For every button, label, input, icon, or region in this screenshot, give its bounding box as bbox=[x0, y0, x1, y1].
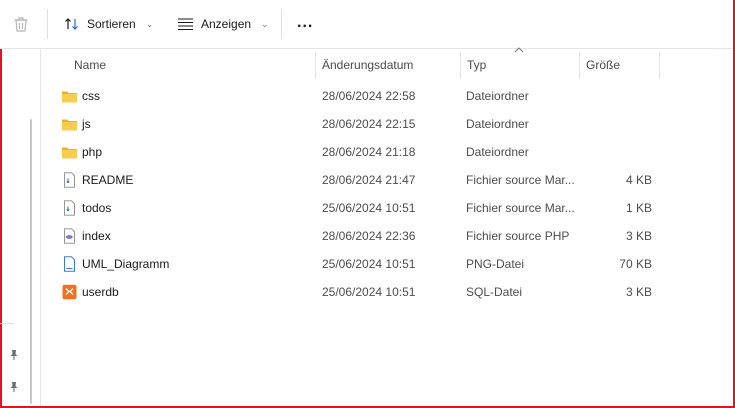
file-row[interactable]: todos 25/06/2024 10:51 Fichier source Mar.… bbox=[52, 194, 662, 222]
chevron-down-icon: ⌄ bbox=[145, 18, 154, 29]
view-button[interactable]: Anzeigen ⌄ bbox=[177, 12, 269, 36]
file-type: Fichier source Mar... bbox=[466, 201, 575, 215]
file-size: 3 KB bbox=[625, 229, 652, 243]
file-row[interactable]: css 28/06/2024 22:58 Dateiordner bbox=[52, 82, 662, 110]
view-list-icon bbox=[178, 18, 193, 31]
file-size: 4 KB bbox=[625, 173, 652, 187]
sort-icon bbox=[65, 18, 78, 30]
sort-label: Sortieren bbox=[87, 17, 136, 31]
file-modified-date: 25/06/2024 10:51 bbox=[322, 285, 416, 299]
file-row[interactable]: userdb 25/06/2024 10:51 SQL-Datei 3 KB bbox=[52, 278, 662, 306]
file-type: Dateiordner bbox=[466, 117, 529, 131]
file-size: 70 KB bbox=[619, 257, 652, 271]
file-modified-date: 25/06/2024 10:51 bbox=[322, 257, 416, 271]
column-divider[interactable] bbox=[659, 52, 660, 78]
file-name: UML_Diagramm bbox=[82, 257, 170, 271]
file-type: Dateiordner bbox=[466, 89, 529, 103]
folder-icon bbox=[61, 88, 78, 104]
file-type: Dateiordner bbox=[466, 145, 529, 159]
view-label: Anzeigen bbox=[201, 17, 252, 31]
toolbar-divider bbox=[47, 9, 48, 39]
command-bar: Sortieren ⌄ Anzeigen ⌄ ... bbox=[0, 0, 733, 49]
file-name: README bbox=[82, 173, 134, 187]
sort-button[interactable]: Sortieren ⌄ bbox=[64, 12, 153, 36]
pin-icon[interactable] bbox=[8, 381, 20, 393]
column-header-modified[interactable]: Änderungsdatum bbox=[316, 52, 459, 78]
file-size: 1 KB bbox=[625, 201, 652, 215]
file-name: userdb bbox=[82, 285, 119, 299]
file-type: Fichier source Mar... bbox=[466, 173, 575, 187]
column-header-size[interactable]: Größe bbox=[580, 52, 659, 78]
sql-file-icon bbox=[61, 284, 78, 300]
file-type: PNG-Datei bbox=[466, 257, 525, 271]
file-row[interactable]: index 28/06/2024 22:36 Fichier source PHP 3… bbox=[52, 222, 662, 250]
file-modified-date: 25/06/2024 10:51 bbox=[322, 201, 416, 215]
file-name: js bbox=[82, 117, 91, 131]
php-file-icon bbox=[61, 228, 78, 244]
file-type: SQL-Datei bbox=[466, 285, 523, 299]
trash-icon[interactable] bbox=[12, 15, 30, 33]
file-size: 3 KB bbox=[625, 285, 652, 299]
file-modified-date: 28/06/2024 22:15 bbox=[322, 117, 416, 131]
column-header-type[interactable]: Typ bbox=[461, 52, 578, 78]
file-name: php bbox=[82, 145, 103, 159]
nav-scrollbar[interactable] bbox=[30, 119, 32, 404]
folder-icon bbox=[61, 144, 78, 160]
file-modified-date: 28/06/2024 21:18 bbox=[322, 145, 416, 159]
file-modified-date: 28/06/2024 21:47 bbox=[322, 173, 416, 187]
file-row[interactable]: UML_Diagramm 25/06/2024 10:51 PNG-Datei 70 … bbox=[52, 250, 662, 278]
navigation-pane bbox=[0, 49, 41, 406]
markdown-file-icon bbox=[61, 172, 78, 188]
file-type: Fichier source PHP bbox=[466, 229, 570, 243]
file-name: todos bbox=[82, 201, 112, 215]
markdown-file-icon bbox=[61, 200, 78, 216]
pin-icon[interactable] bbox=[8, 349, 20, 361]
file-modified-date: 28/06/2024 22:58 bbox=[322, 89, 416, 103]
column-header-name[interactable]: Name bbox=[68, 52, 314, 78]
file-row[interactable]: README 28/06/2024 21:47 Fichier source Mar… bbox=[52, 166, 662, 194]
more-options-button[interactable]: ... bbox=[297, 14, 313, 32]
file-modified-date: 28/06/2024 22:36 bbox=[322, 229, 416, 243]
file-name: index bbox=[82, 229, 111, 243]
chevron-down-icon: ⌄ bbox=[261, 18, 269, 29]
file-row[interactable]: js 28/06/2024 22:15 Dateiordner bbox=[52, 110, 662, 138]
folder-icon bbox=[61, 116, 78, 132]
file-row[interactable]: php 28/06/2024 21:18 Dateiordner bbox=[52, 138, 662, 166]
toolbar-divider bbox=[281, 9, 282, 39]
image-file-icon bbox=[61, 256, 78, 272]
nav-divider bbox=[0, 323, 14, 324]
file-name: css bbox=[82, 89, 100, 103]
